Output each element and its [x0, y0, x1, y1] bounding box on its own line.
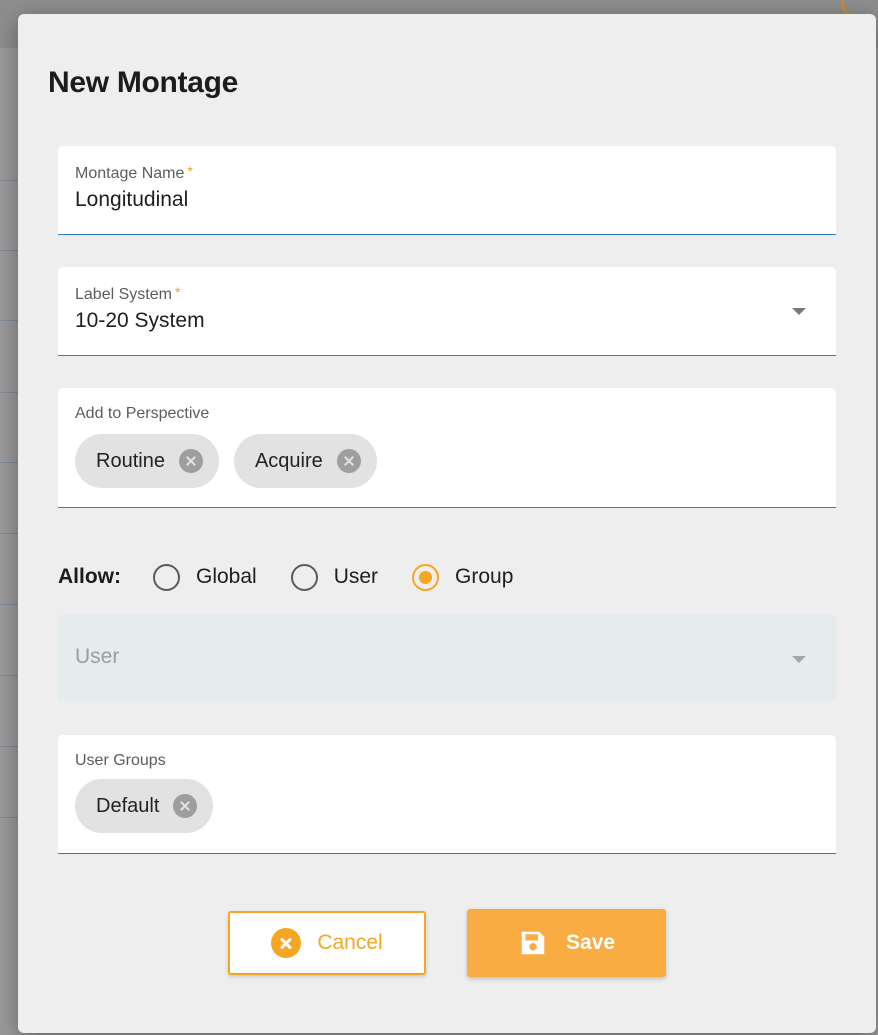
save-floppy-icon — [518, 928, 548, 958]
add-to-perspective-field[interactable]: Add to Perspective Routine Acquire — [58, 388, 836, 508]
allow-option-global[interactable]: Global — [153, 563, 257, 591]
backdrop-divider — [0, 817, 18, 818]
perspective-chip-list: Routine Acquire — [75, 434, 377, 488]
radio-label: User — [333, 565, 379, 588]
radio-label: Global — [196, 565, 257, 588]
dropdown-arrow-icon — [792, 655, 806, 663]
perspective-chip: Acquire — [233, 434, 377, 488]
cancel-button-label: Cancel — [317, 931, 383, 954]
required-asterisk: * — [174, 284, 181, 300]
label-system-label: Label System * — [75, 284, 180, 304]
user-select-placeholder: User — [75, 645, 120, 668]
allow-radio-group: Allow: Global User Group — [58, 562, 547, 592]
backdrop-divider — [0, 462, 18, 463]
montage-name-label-text: Montage Name — [75, 165, 185, 182]
save-button[interactable]: Save — [467, 909, 666, 977]
label-system-value: 10-20 System — [75, 309, 205, 332]
radio-button[interactable] — [153, 563, 180, 591]
save-button-label: Save — [565, 931, 616, 954]
dialog-title: New Montage — [48, 66, 239, 99]
backdrop-divider — [0, 533, 18, 534]
montage-name-field[interactable]: Montage Name * Longitudinal — [58, 146, 836, 235]
add-to-perspective-label: Add to Perspective — [75, 405, 210, 422]
dropdown-arrow-icon[interactable] — [792, 308, 806, 315]
backdrop-divider — [0, 250, 18, 251]
allow-label: Allow: — [58, 565, 121, 588]
cancel-button[interactable]: Cancel — [228, 911, 426, 975]
backdrop-divider — [0, 392, 18, 393]
required-asterisk: * — [187, 163, 193, 179]
perspective-chip: Routine — [75, 434, 219, 488]
allow-option-group[interactable]: Group — [412, 563, 514, 591]
backdrop-divider — [0, 180, 18, 181]
chip-label: Acquire — [254, 449, 323, 472]
new-montage-dialog: New Montage Montage Name * Longitudinal L… — [18, 14, 876, 1033]
user-groups-field[interactable]: User Groups Default — [58, 735, 836, 854]
backdrop-divider — [0, 675, 18, 676]
user-groups-chip-list: Default — [75, 779, 214, 833]
user-group-chip: Default — [75, 779, 214, 833]
montage-name-label: Montage Name * — [75, 163, 193, 183]
backdrop-divider — [0, 320, 18, 321]
user-groups-label: User Groups — [75, 752, 166, 769]
chip-label: Routine — [96, 449, 165, 472]
allow-option-user[interactable]: User — [290, 563, 379, 591]
user-select-disabled: User — [58, 614, 836, 701]
label-system-select[interactable]: Label System * 10-20 System — [58, 267, 836, 356]
chip-label: Default — [96, 794, 160, 817]
cancel-circle-icon — [271, 928, 302, 958]
radio-label: Group — [455, 565, 514, 588]
chip-remove-icon[interactable] — [173, 794, 198, 818]
label-system-label-text: Label System — [75, 286, 172, 303]
radio-button-selected[interactable] — [412, 563, 440, 591]
chip-remove-icon[interactable] — [336, 449, 361, 473]
backdrop-divider — [0, 604, 18, 605]
backdrop-divider — [0, 746, 18, 747]
chip-remove-icon[interactable] — [178, 449, 203, 473]
montage-name-input[interactable]: Longitudinal — [75, 188, 188, 212]
radio-button[interactable] — [290, 563, 318, 591]
